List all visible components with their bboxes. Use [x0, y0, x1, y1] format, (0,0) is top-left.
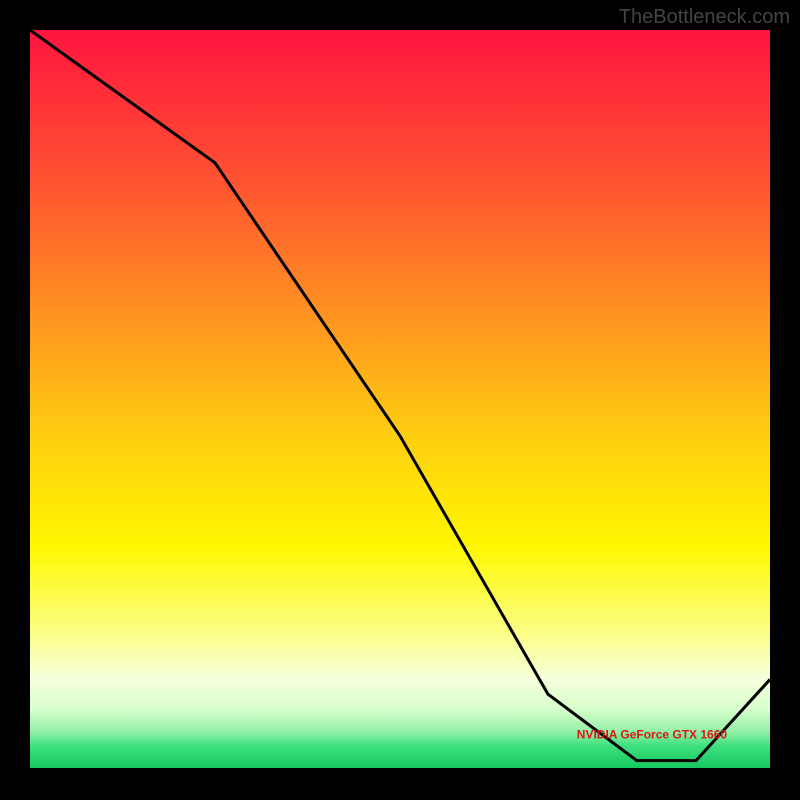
bottleneck-chart: NVIDIA GeForce GTX 1660 — [0, 0, 800, 800]
optimal-gpu-label: NVIDIA GeForce GTX 1660 — [577, 727, 728, 741]
watermark-text: TheBottleneck.com — [619, 6, 790, 29]
chart-container: TheBottleneck.com NVIDI — [0, 0, 800, 800]
